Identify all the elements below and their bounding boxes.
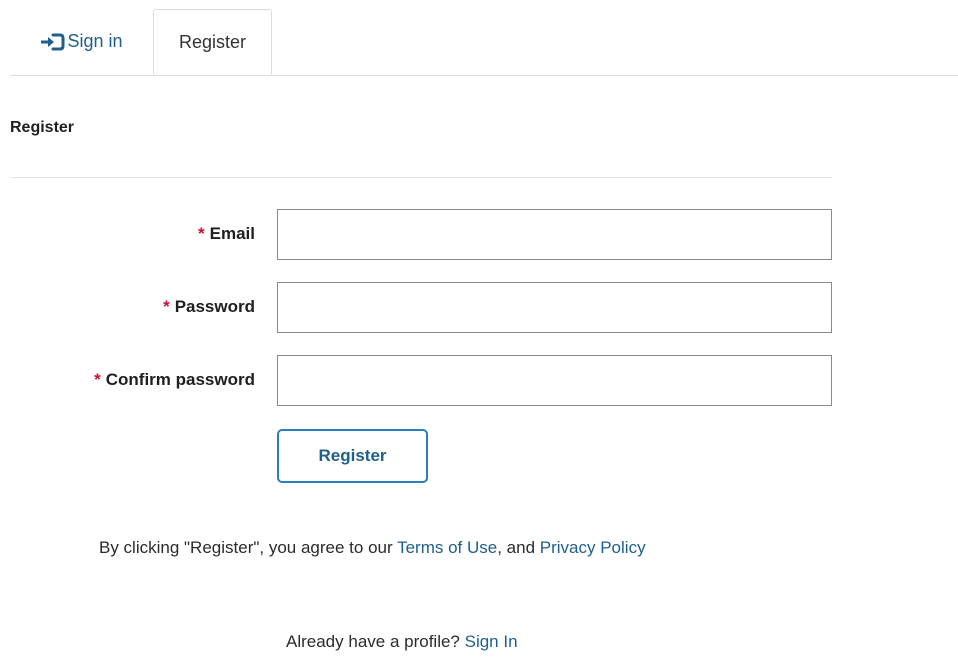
- agreement-text: By clicking "Register", you agree to our…: [99, 538, 646, 558]
- register-page: Sign in Register Register * Email * Passwo…: [0, 0, 958, 657]
- tab-sign-in-label: Sign in: [67, 31, 123, 51]
- tab-register-label: Register: [178, 31, 247, 52]
- register-button[interactable]: Register: [277, 429, 428, 483]
- password-field[interactable]: [277, 282, 832, 333]
- sign-in-icon: [39, 32, 65, 52]
- privacy-policy-link[interactable]: Privacy Policy: [540, 538, 646, 557]
- password-label: * Password: [163, 297, 255, 317]
- email-label-text: Email: [209, 224, 255, 243]
- confirm-password-label-text: Confirm password: [105, 370, 255, 389]
- section-divider: [10, 177, 832, 178]
- agreement-middle: , and: [497, 538, 540, 557]
- required-marker: *: [163, 297, 170, 316]
- required-marker: *: [94, 370, 101, 389]
- confirm-password-field[interactable]: [277, 355, 832, 406]
- page-title: Register: [10, 119, 75, 136]
- auth-tabs: Sign in Register: [10, 9, 958, 76]
- existing-profile-text: Already have a profile? Sign In: [286, 632, 518, 652]
- required-marker: *: [198, 224, 205, 243]
- email-label: * Email: [198, 224, 255, 244]
- sign-in-link[interactable]: Sign In: [465, 632, 518, 651]
- existing-profile-prompt: Already have a profile?: [286, 632, 465, 651]
- tab-sign-in[interactable]: Sign in: [10, 9, 152, 74]
- password-label-text: Password: [174, 297, 255, 316]
- tab-register[interactable]: Register: [153, 9, 272, 75]
- terms-of-use-link[interactable]: Terms of Use: [397, 538, 497, 557]
- agreement-prefix: By clicking "Register", you agree to our: [99, 538, 398, 557]
- confirm-password-label: * Confirm password: [94, 370, 255, 390]
- email-field[interactable]: [277, 209, 832, 260]
